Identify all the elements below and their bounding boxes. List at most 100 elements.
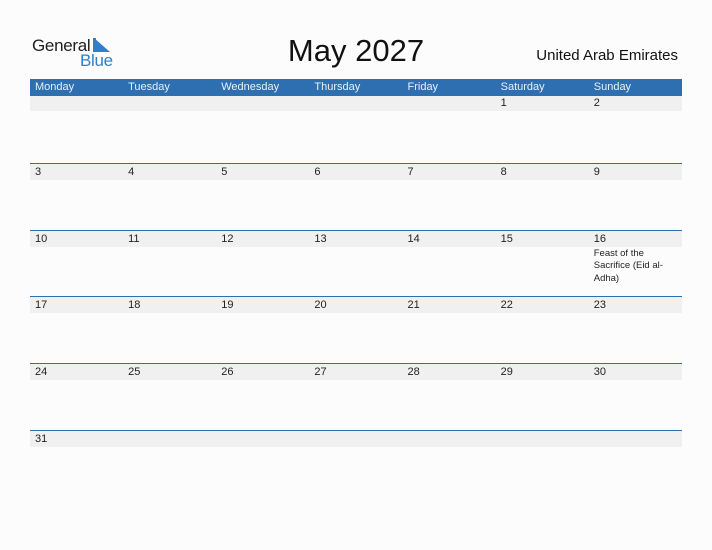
- weekday-tuesday: Tuesday: [128, 81, 170, 93]
- day-cell: 9: [588, 163, 682, 230]
- day-number: 15: [495, 230, 589, 247]
- day-cell: [30, 96, 124, 163]
- day-number: 22: [495, 297, 589, 314]
- day-number: 26: [216, 364, 310, 381]
- day-cell: 23: [588, 297, 682, 363]
- day-cell: [123, 96, 217, 163]
- calendar-grid: Monday Tuesday Wednesday Thursday Friday…: [30, 79, 682, 497]
- weekday-header: Monday Tuesday Wednesday Thursday Friday…: [30, 79, 682, 96]
- day-number: [309, 430, 403, 447]
- weeks-container: 1 2 3 4 5 6 7 8 9 10 11 12 13 14 15 16 Feast of the Sacr…: [30, 96, 682, 497]
- day-number: 18: [123, 297, 217, 314]
- day-number: 2: [588, 96, 682, 111]
- day-cell: 27: [309, 364, 403, 430]
- day-number: [402, 430, 496, 447]
- day-number: 13: [309, 230, 403, 247]
- weekday-sunday: Sunday: [593, 81, 632, 93]
- week-row: 24 25 26 27 28 29 30: [30, 363, 682, 430]
- weekday-monday: Monday: [35, 81, 75, 93]
- day-cell: 12: [216, 230, 310, 297]
- day-number: [30, 96, 124, 111]
- day-cell: 20: [309, 297, 403, 363]
- day-number: [402, 96, 496, 111]
- weekday-wednesday: Wednesday: [221, 81, 280, 93]
- day-cell: 26: [216, 364, 310, 430]
- day-number: 29: [495, 364, 589, 381]
- country-label: United Arab Emirates: [536, 47, 678, 64]
- day-number: 9: [588, 163, 682, 180]
- day-number: 25: [123, 364, 217, 381]
- day-number: [216, 96, 310, 111]
- day-cell: [402, 96, 496, 163]
- day-number: 6: [309, 163, 403, 180]
- day-cell: 1: [495, 96, 589, 163]
- day-cell: 22: [495, 297, 589, 363]
- day-cell: 28: [402, 364, 496, 430]
- day-cell: 15: [495, 230, 589, 297]
- day-cell: 19: [216, 297, 310, 363]
- day-number: [309, 96, 403, 111]
- day-number: 12: [216, 230, 310, 247]
- week-row: 17 18 19 20 21 22 23: [30, 296, 682, 363]
- day-number: 24: [30, 364, 124, 381]
- day-number: 3: [30, 163, 124, 180]
- day-number: 20: [309, 297, 403, 314]
- day-cell: [309, 96, 403, 163]
- weekday-saturday: Saturday: [500, 81, 545, 93]
- day-cell: 11: [123, 230, 217, 297]
- week-row: 31: [30, 429, 682, 497]
- day-cell: 31: [30, 430, 124, 497]
- day-cell: [402, 430, 496, 497]
- week-row: 3456789: [30, 162, 682, 230]
- weekday-thursday: Thursday: [314, 81, 361, 93]
- day-cell: 29: [495, 364, 589, 430]
- day-number: 23: [588, 297, 682, 314]
- day-number: 7: [402, 163, 496, 180]
- day-number: 10: [30, 230, 124, 247]
- day-cell: 7: [402, 163, 496, 230]
- day-cell: 6: [309, 163, 403, 230]
- day-cell: 30: [588, 364, 682, 430]
- day-cell: [216, 96, 310, 163]
- day-cell: 18: [123, 297, 217, 363]
- day-cell: 4: [123, 163, 217, 230]
- day-cell: 21: [402, 297, 496, 363]
- holiday-label: Feast of the Sacrifice (Eid al-Adha): [593, 247, 663, 284]
- day-number: 17: [30, 297, 124, 314]
- day-number: 1: [495, 96, 589, 111]
- day-cell: 14: [402, 230, 496, 297]
- day-cell: [123, 430, 217, 497]
- day-cell: [309, 430, 403, 497]
- day-number: 11: [123, 230, 217, 247]
- day-number: 27: [309, 364, 403, 381]
- day-cell: 17: [30, 297, 124, 363]
- day-cell: 10: [30, 230, 124, 297]
- day-number: 30: [588, 364, 682, 381]
- day-number: [123, 96, 217, 111]
- day-cell: [495, 430, 589, 497]
- day-cell: 8: [495, 163, 589, 230]
- day-cell: [216, 430, 310, 497]
- week-row: 12: [30, 96, 682, 163]
- day-cell: 13: [309, 230, 403, 297]
- day-cell: 24: [30, 364, 124, 430]
- day-cell: 3: [30, 163, 124, 230]
- day-cell: [588, 430, 682, 497]
- day-number: [588, 430, 682, 447]
- day-number: 16: [588, 230, 682, 247]
- day-number: [495, 430, 589, 447]
- day-number: 21: [402, 297, 496, 314]
- day-number: [216, 430, 310, 447]
- day-number: 31: [30, 430, 124, 447]
- day-cell: 16 Feast of the Sacrifice (Eid al-Adha): [588, 230, 682, 297]
- week-row: 10 11 12 13 14 15 16 Feast of the Sacrifice (Ei…: [30, 229, 682, 297]
- day-number: 5: [216, 163, 310, 180]
- day-cell: 25: [123, 364, 217, 430]
- day-cell: 2: [588, 96, 682, 163]
- day-number: 28: [402, 364, 496, 381]
- weekday-friday: Friday: [407, 81, 439, 93]
- day-cell: 5: [216, 163, 310, 230]
- day-number: 4: [123, 163, 217, 180]
- day-number: 14: [402, 230, 496, 247]
- day-number: 19: [216, 297, 310, 314]
